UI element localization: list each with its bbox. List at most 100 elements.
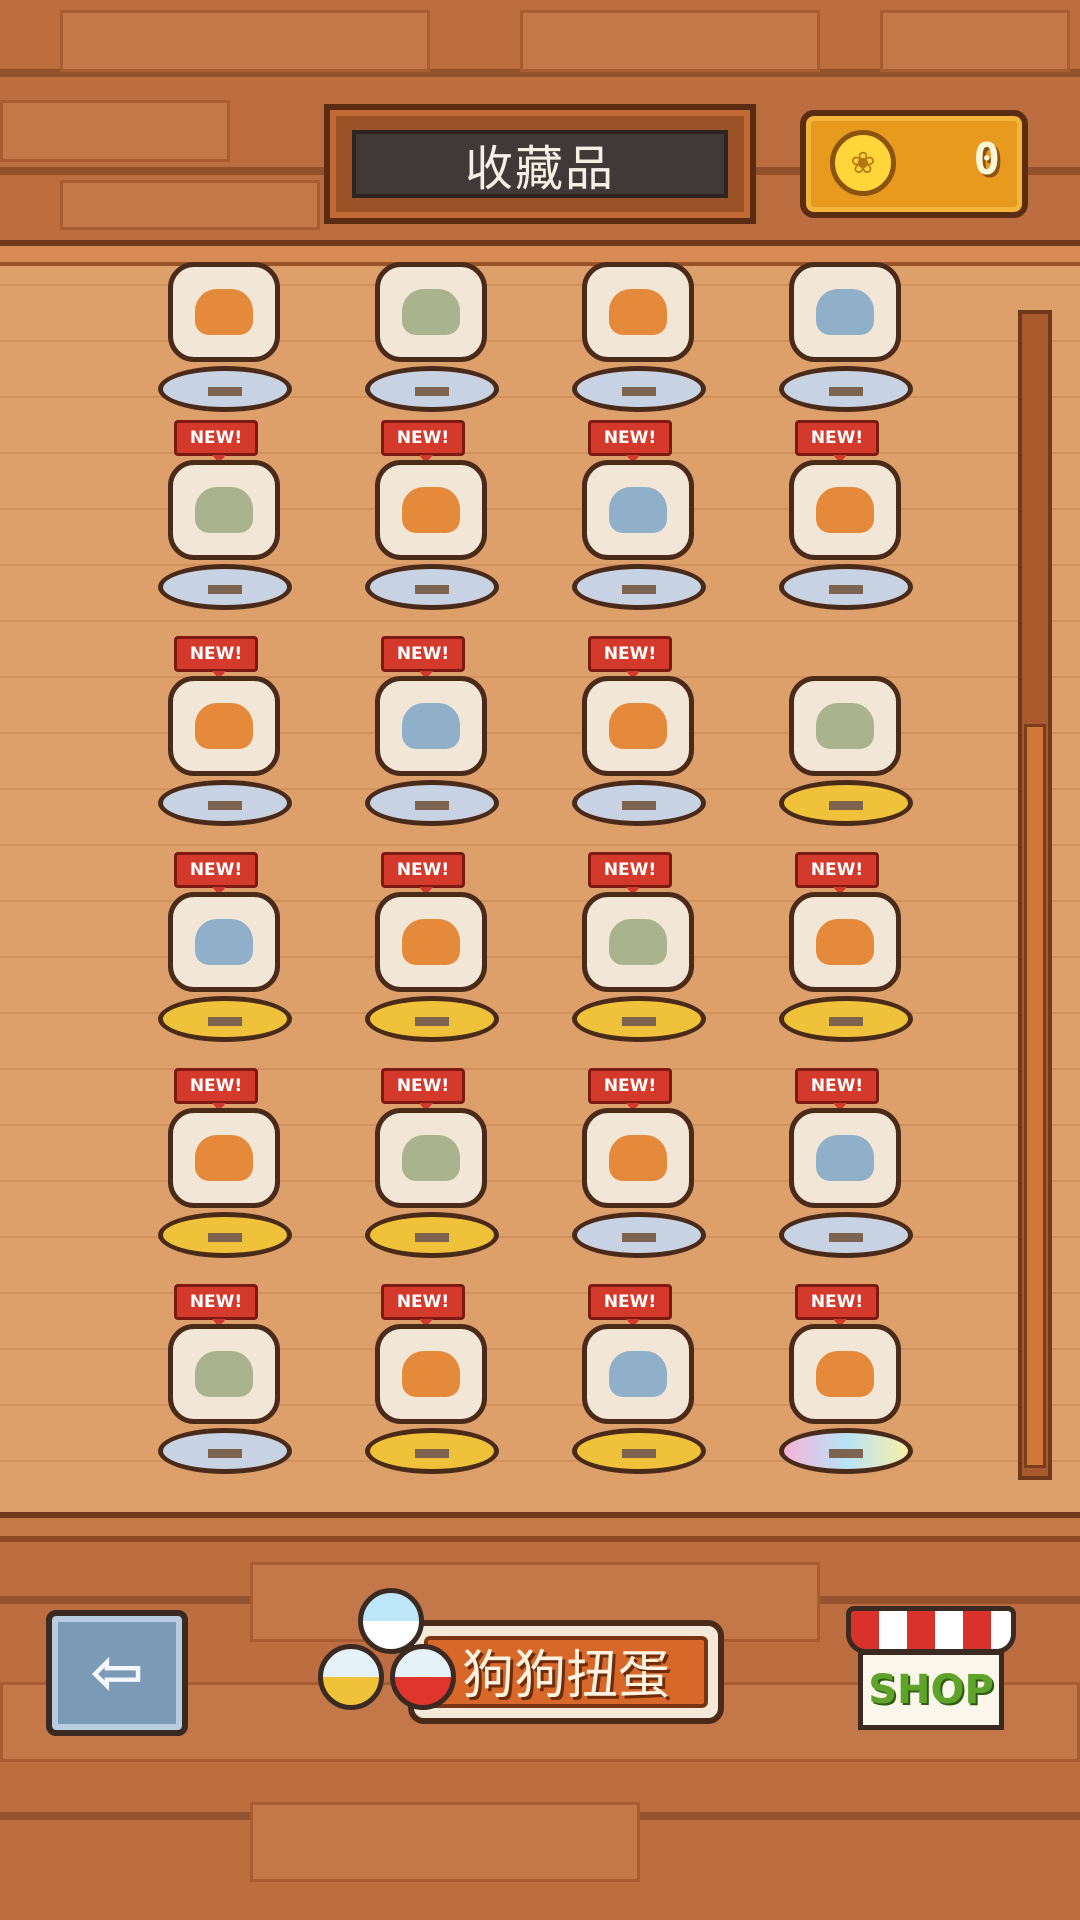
collection-item[interactable]: NEW!	[357, 636, 507, 836]
dog-icon	[816, 289, 874, 335]
title-plaque: 收藏品	[324, 104, 756, 224]
pedestal	[572, 996, 706, 1042]
dog-figure-icon	[789, 676, 901, 776]
pedestal	[572, 366, 706, 412]
new-badge: NEW!	[795, 1068, 879, 1111]
coin-counter: ❀ 0	[800, 110, 1028, 218]
dog-icon	[609, 919, 667, 965]
collection-item[interactable]: NEW!	[357, 1068, 507, 1268]
dog-icon	[816, 1135, 874, 1181]
dog-figure-icon	[375, 1108, 487, 1208]
collection-item[interactable]: NEW!	[771, 1068, 921, 1268]
collection-item[interactable]: NEW!	[564, 420, 714, 620]
gacha-label: 狗狗扭蛋	[424, 1636, 708, 1708]
dog-icon	[816, 919, 874, 965]
pedestal	[365, 996, 499, 1042]
dog-figure-icon	[789, 1324, 901, 1424]
collection-item[interactable]	[771, 636, 921, 836]
pedestal	[158, 780, 292, 826]
pedestal	[365, 1212, 499, 1258]
wall-brick	[60, 10, 430, 72]
dog-gacha-button[interactable]: 狗狗扭蛋	[318, 1580, 728, 1742]
arrow-left-icon: ⇦	[90, 1636, 144, 1710]
dog-icon	[195, 1351, 253, 1397]
dog-figure-icon	[375, 676, 487, 776]
scroll-thumb[interactable]	[1024, 724, 1046, 1468]
collection-item[interactable]: NEW!	[771, 1284, 921, 1484]
back-button[interactable]: ⇦	[46, 1610, 188, 1736]
collection-item[interactable]	[771, 222, 921, 422]
collection-item[interactable]: NEW!	[564, 1068, 714, 1268]
collection-item[interactable]: NEW!	[564, 636, 714, 836]
pedestal	[572, 1212, 706, 1258]
new-badge: NEW!	[588, 420, 672, 463]
dog-icon	[816, 487, 874, 533]
pedestal	[158, 996, 292, 1042]
dog-icon	[195, 703, 253, 749]
coin-value: 0	[973, 134, 1001, 185]
dog-figure-icon	[582, 892, 694, 992]
collection-item[interactable]: NEW!	[150, 1068, 300, 1268]
dog-icon	[609, 487, 667, 533]
collection-item[interactable]	[564, 222, 714, 422]
pedestal	[158, 1428, 292, 1474]
dog-icon	[402, 289, 460, 335]
dog-figure-icon	[168, 460, 280, 560]
new-badge: NEW!	[588, 852, 672, 895]
dog-icon	[609, 1135, 667, 1181]
pedestal	[365, 780, 499, 826]
dog-icon	[195, 487, 253, 533]
collection-item[interactable]: NEW!	[771, 852, 921, 1052]
collection-item[interactable]: NEW!	[357, 1284, 507, 1484]
pedestal	[158, 366, 292, 412]
dog-figure-icon	[375, 262, 487, 362]
new-badge: NEW!	[795, 852, 879, 895]
collection-item[interactable]: NEW!	[357, 420, 507, 620]
collection-item[interactable]	[150, 222, 300, 422]
dog-figure-icon	[375, 1324, 487, 1424]
collection-item[interactable]: NEW!	[150, 636, 300, 836]
shelf-trim	[0, 1512, 1080, 1542]
collection-item[interactable]	[357, 222, 507, 422]
dog-figure-icon	[375, 460, 487, 560]
pedestal	[365, 366, 499, 412]
dog-icon	[816, 703, 874, 749]
new-badge: NEW!	[174, 420, 258, 463]
dog-figure-icon	[582, 1324, 694, 1424]
dog-icon	[402, 1351, 460, 1397]
dog-figure-icon	[789, 262, 901, 362]
new-badge: NEW!	[174, 1068, 258, 1111]
shop-button[interactable]: SHOP	[846, 1606, 1016, 1736]
collection-item[interactable]: NEW!	[564, 852, 714, 1052]
shop-awning-icon	[846, 1606, 1016, 1654]
dog-figure-icon	[168, 676, 280, 776]
collection-item[interactable]: NEW!	[150, 852, 300, 1052]
pedestal	[572, 780, 706, 826]
collection-item[interactable]: NEW!	[150, 420, 300, 620]
dog-icon	[195, 289, 253, 335]
shop-label: SHOP	[858, 1650, 1004, 1730]
new-badge: NEW!	[174, 1284, 258, 1327]
collection-item[interactable]: NEW!	[771, 420, 921, 620]
capsule-icon	[390, 1644, 456, 1710]
dog-icon	[816, 1351, 874, 1397]
pedestal	[779, 996, 913, 1042]
dog-figure-icon	[789, 1108, 901, 1208]
collection-item[interactable]: NEW!	[150, 1284, 300, 1484]
collection-item[interactable]: NEW!	[357, 852, 507, 1052]
pedestal	[779, 1428, 913, 1474]
dog-figure-icon	[168, 892, 280, 992]
wall-brick	[250, 1802, 640, 1882]
collection-item[interactable]: NEW!	[564, 1284, 714, 1484]
new-badge: NEW!	[381, 1284, 465, 1327]
new-badge: NEW!	[795, 1284, 879, 1327]
pedestal	[365, 564, 499, 610]
dog-figure-icon	[582, 262, 694, 362]
dog-figure-icon	[168, 1108, 280, 1208]
dog-icon	[609, 289, 667, 335]
dog-figure-icon	[168, 1324, 280, 1424]
scrollbar[interactable]	[1018, 310, 1052, 1480]
pedestal	[779, 1212, 913, 1258]
page-title: 收藏品	[352, 130, 728, 198]
dog-icon	[402, 1135, 460, 1181]
